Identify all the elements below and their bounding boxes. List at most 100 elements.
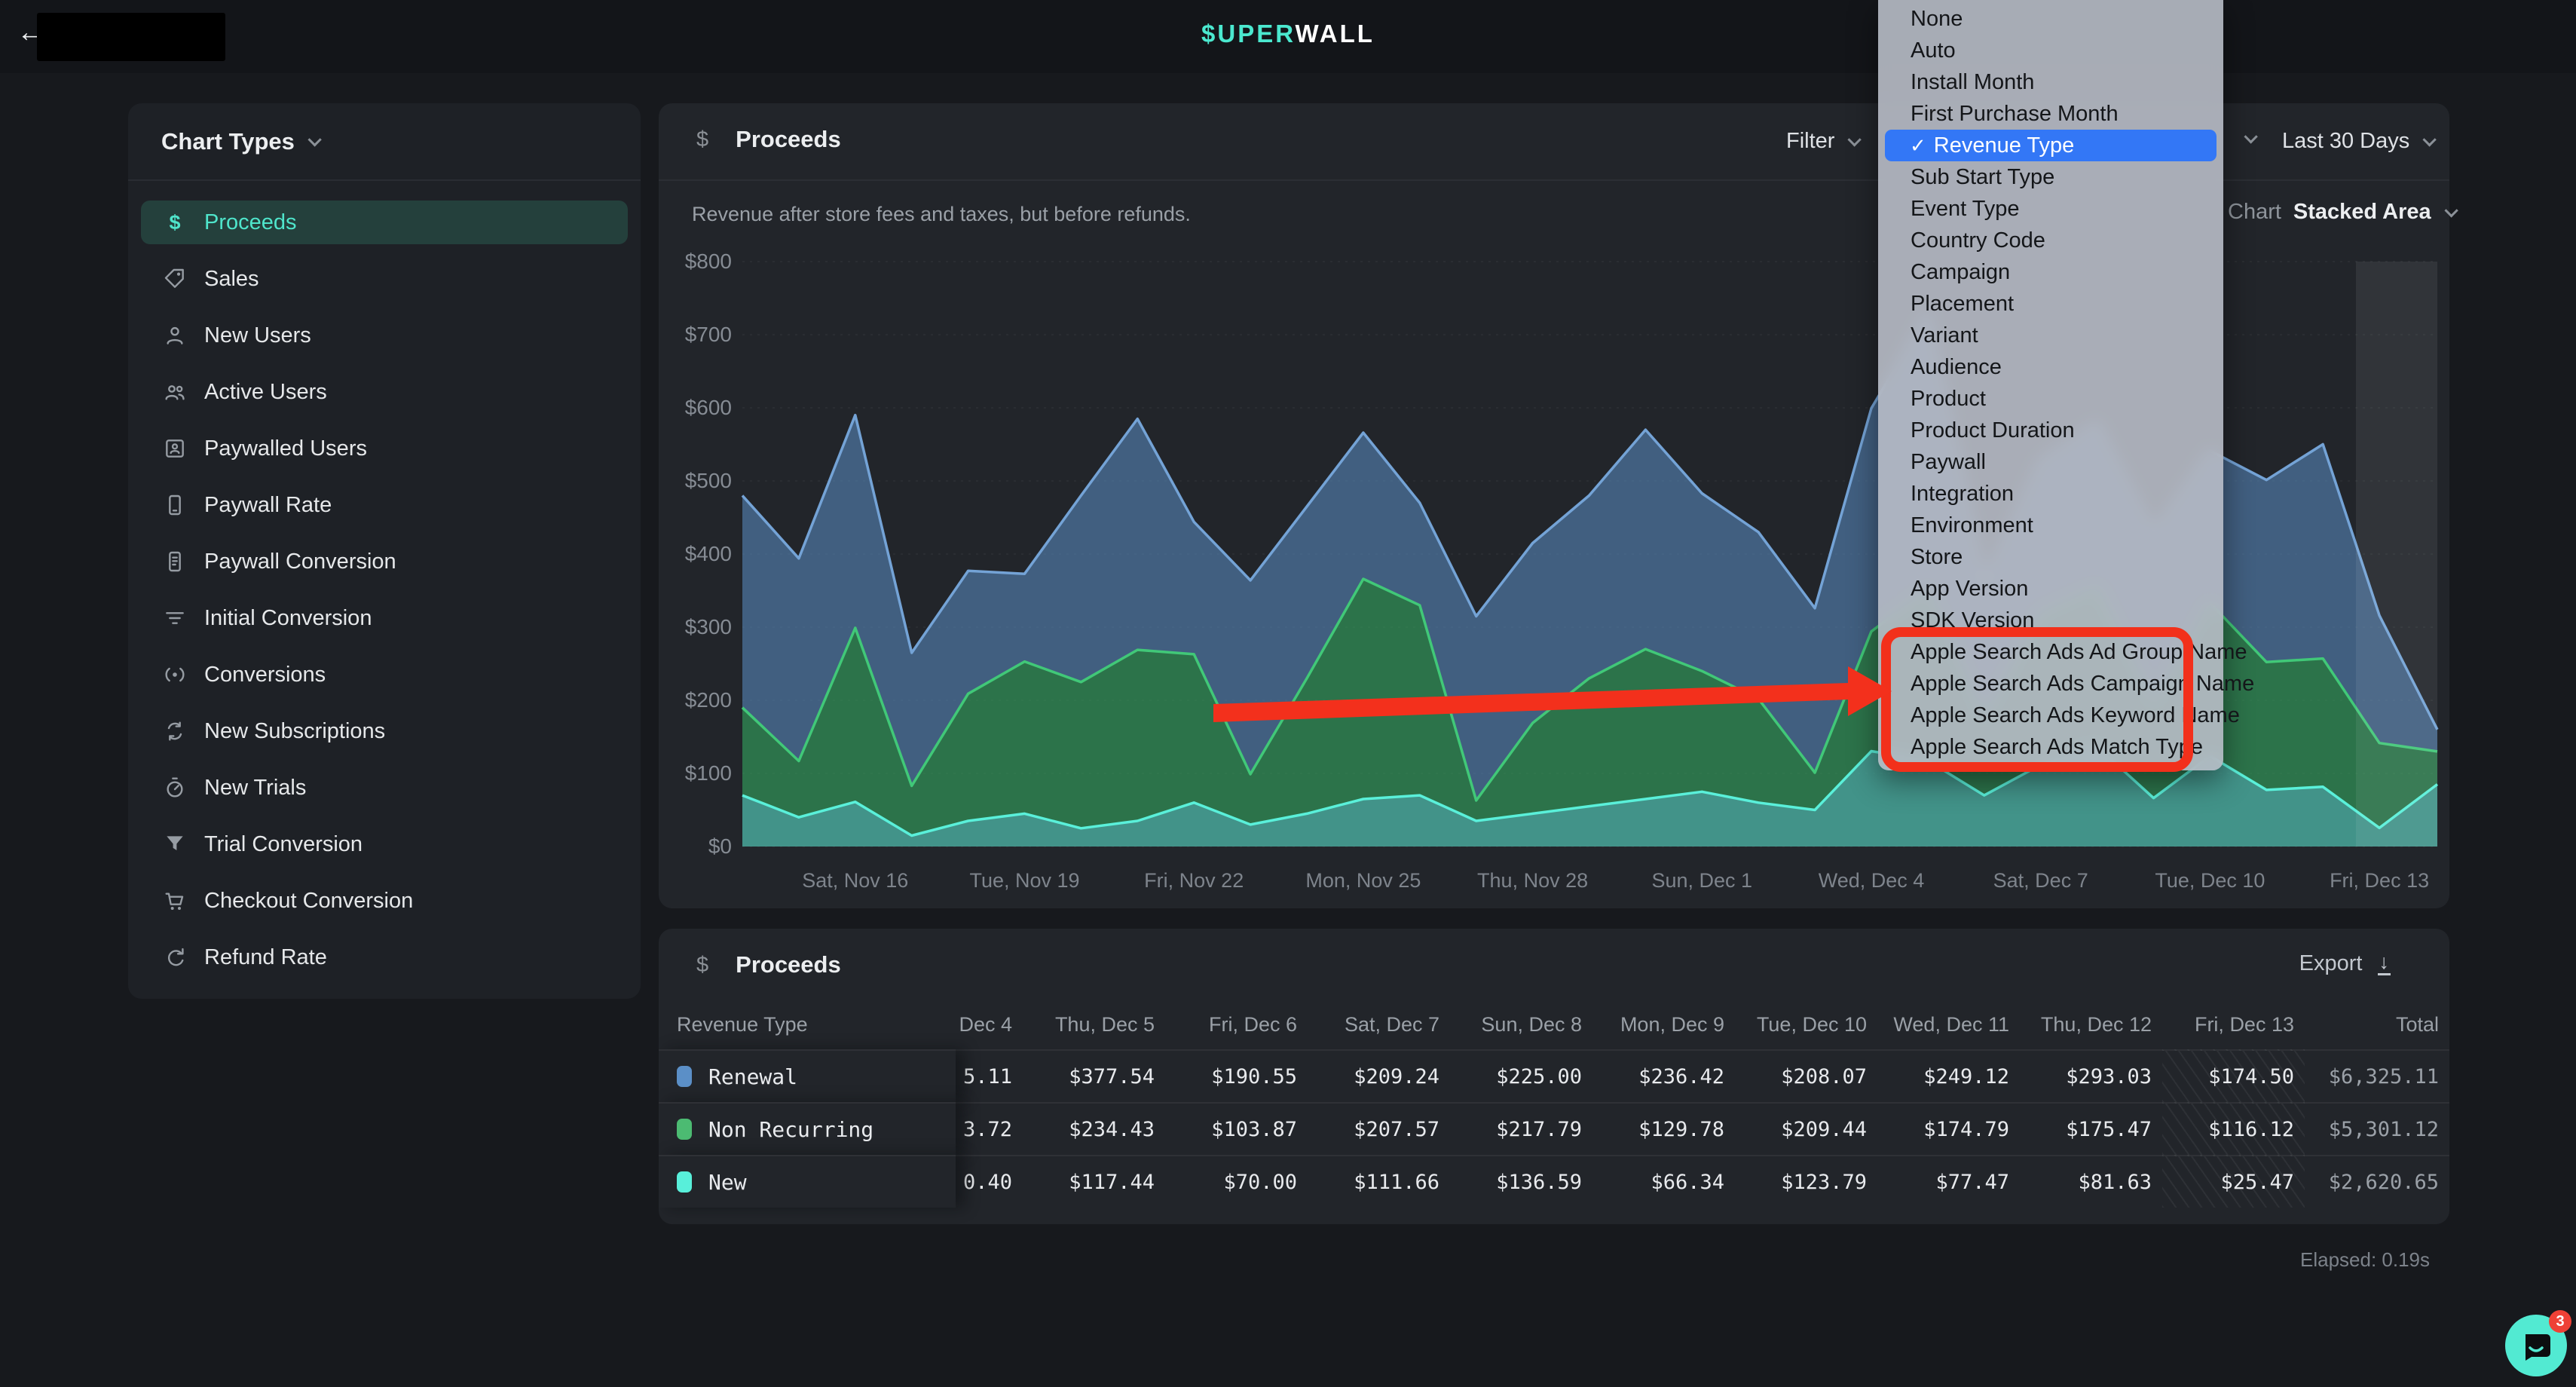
filter-button[interactable]: Filter: [1786, 129, 1858, 154]
chart-type-select[interactable]: Chart Stacked Area: [2228, 200, 2455, 225]
table-card-header: $ Proceeds Export ↓: [659, 929, 2449, 1000]
users-icon: [162, 379, 188, 405]
table-cell-non-recurring-mon-dec-9: $129.78: [1592, 1102, 1735, 1155]
logo-prefix: $UPER: [1201, 20, 1295, 47]
sidebar-item-refund-rate[interactable]: Refund Rate: [141, 935, 628, 979]
table-cell-non-recurring-fri-dec-6: $103.87: [1165, 1102, 1308, 1155]
table-row-label-non-recurring[interactable]: Non Recurring: [659, 1102, 956, 1155]
dropdown-item-country-code[interactable]: Country Code: [1878, 225, 2223, 256]
row-label: Renewal: [708, 1064, 797, 1089]
sidebar-item-new-trials[interactable]: New Trials: [141, 766, 628, 810]
dropdown-item-store[interactable]: Store: [1878, 541, 2223, 573]
sidebar-item-new-subscriptions[interactable]: New Subscriptions: [141, 709, 628, 753]
dropdown-item-product-duration[interactable]: Product Duration: [1878, 415, 2223, 446]
dropdown-item-audience[interactable]: Audience: [1878, 351, 2223, 383]
elapsed-time: Elapsed: 0.19s: [2300, 1248, 2430, 1272]
sidebar-header[interactable]: Chart Types: [128, 103, 641, 181]
sidebar-title: Chart Types: [161, 128, 295, 155]
dollar-icon: $: [696, 127, 708, 152]
chevron-down-icon: [1848, 133, 1862, 146]
dropdown-item-label: Country Code: [1911, 228, 2045, 253]
proceeds-table-card: $ Proceeds Export ↓ Revenue TypeDec 4Thu…: [659, 929, 2449, 1224]
sidebar-item-sales[interactable]: Sales: [141, 257, 628, 301]
chat-launcher-button[interactable]: 3: [2505, 1315, 2567, 1376]
dropdown-item-paywall[interactable]: Paywall: [1878, 446, 2223, 478]
dropdown-item-app-version[interactable]: App Version: [1878, 573, 2223, 605]
table-card-title: Proceeds: [736, 951, 841, 978]
dropdown-item-apple-search-ads-campaign-name[interactable]: Apple Search Ads Campaign Name: [1878, 668, 2223, 700]
chat-unread-badge: 3: [2549, 1310, 2571, 1333]
sidebar-item-paywalled-users[interactable]: Paywalled Users: [141, 427, 628, 470]
dropdown-item-revenue-type[interactable]: ✓Revenue Type: [1885, 130, 2217, 161]
dropdown-item-label: Store: [1911, 545, 1963, 569]
sidebar-item-paywall-rate[interactable]: Paywall Rate: [141, 483, 628, 527]
x-tick-label: Fri, Dec 13: [2330, 869, 2429, 892]
chart-type-value: Stacked Area: [2293, 200, 2431, 225]
dropdown-item-environment[interactable]: Environment: [1878, 510, 2223, 541]
table-cell-new-thu-dec-5: $117.44: [1023, 1155, 1165, 1208]
table-cell-new-fri-dec-6: $70.00: [1165, 1155, 1308, 1208]
table-cell-renewal-thu-dec-5: $377.54: [1023, 1049, 1165, 1102]
chart-subtitle: Revenue after store fees and taxes, but …: [692, 203, 1191, 226]
dropdown-item-product[interactable]: Product: [1878, 383, 2223, 415]
dropdown-item-auto[interactable]: Auto: [1878, 35, 2223, 66]
sidebar-item-new-users[interactable]: New Users: [141, 314, 628, 357]
dropdown-item-campaign[interactable]: Campaign: [1878, 256, 2223, 288]
table-row-label-new[interactable]: New: [659, 1155, 956, 1208]
dropdown-item-variant[interactable]: Variant: [1878, 320, 2223, 351]
dropdown-item-integration[interactable]: Integration: [1878, 478, 2223, 510]
dropdown-item-label: First Purchase Month: [1911, 102, 2119, 126]
sidebar-item-active-users[interactable]: Active Users: [141, 370, 628, 414]
rotate-icon: [162, 945, 188, 970]
date-range-button[interactable]: Last 30 Days: [2282, 129, 2433, 154]
sidebar-item-trial-conversion[interactable]: Trial Conversion: [141, 822, 628, 866]
sidebar-item-label: New Users: [204, 323, 311, 348]
dropdown-item-label: Apple Search Ads Match Type: [1911, 735, 2203, 759]
y-tick-label: $100: [685, 761, 732, 785]
table-header-sun-dec-8: Sun, Dec 8: [1450, 1000, 1592, 1049]
dropdown-item-first-purchase-month[interactable]: First Purchase Month: [1878, 98, 2223, 130]
sidebar-item-label: Active Users: [204, 380, 327, 405]
dropdown-item-apple-search-ads-ad-group-name[interactable]: Apple Search Ads Ad Group Name: [1878, 636, 2223, 668]
sidebar-item-paywall-conversion[interactable]: Paywall Conversion: [141, 540, 628, 583]
sidebar-item-label: New Subscriptions: [204, 719, 385, 744]
table-row-label-renewal[interactable]: Renewal: [659, 1049, 956, 1102]
dropdown-item-placement[interactable]: Placement: [1878, 288, 2223, 320]
sidebar-item-proceeds[interactable]: $Proceeds: [141, 201, 628, 244]
dropdown-item-label: Placement: [1911, 292, 2014, 316]
table-cell-renewal-sat-dec-7: $209.24: [1308, 1049, 1450, 1102]
table-header-tue-dec-10: Tue, Dec 10: [1735, 1000, 1877, 1049]
dropdown-item-sdk-version[interactable]: SDK Version: [1878, 605, 2223, 636]
dropdown-item-apple-search-ads-match-type[interactable]: Apple Search Ads Match Type: [1878, 731, 2223, 763]
table-header-wed-dec-11: Wed, Dec 11: [1877, 1000, 2020, 1049]
idcard-icon: [162, 436, 188, 461]
group-by-dropdown-menu: NoneAutoInstall Month First Purchase Mont…: [1878, 0, 2223, 770]
timer-icon: [162, 775, 188, 801]
sidebar-item-label: New Trials: [204, 776, 306, 801]
chevron-down-icon: [2444, 204, 2458, 217]
dropdown-item-event-type[interactable]: Event Type: [1878, 193, 2223, 225]
dropdown-item-label: Sub Start Type: [1911, 165, 2054, 189]
table-cell-new-sun-dec-8: $136.59: [1450, 1155, 1592, 1208]
x-tick-label: Sat, Dec 7: [1993, 869, 2088, 892]
table-header-fri-dec-6: Fri, Dec 6: [1165, 1000, 1308, 1049]
series-swatch: [677, 1066, 692, 1087]
y-tick-label: $600: [685, 396, 732, 419]
sidebar-item-label: Paywall Rate: [204, 493, 332, 518]
export-button[interactable]: Export ↓: [2299, 951, 2391, 976]
tag-icon: [162, 266, 188, 292]
dropdown-item-sub-start-type[interactable]: Sub Start Type: [1878, 161, 2223, 193]
sidebar-item-initial-conversion[interactable]: Initial Conversion: [141, 596, 628, 640]
dropdown-item-apple-search-ads-keyword-name[interactable]: Apple Search Ads Keyword Name: [1878, 700, 2223, 731]
target-icon: [162, 662, 188, 687]
dropdown-item-install-month[interactable]: Install Month: [1878, 66, 2223, 98]
x-tick-label: Sat, Nov 16: [802, 869, 908, 892]
sidebar-item-checkout-conversion[interactable]: Checkout Conversion: [141, 879, 628, 923]
dropdown-item-label: Product: [1911, 387, 1986, 411]
group-by-chevron-icon[interactable]: [2244, 130, 2257, 143]
table-cell-renewal-wed-dec-11: $249.12: [1877, 1049, 2020, 1102]
sidebar-item-conversions[interactable]: Conversions: [141, 653, 628, 697]
funnel-icon: [162, 831, 188, 857]
dropdown-item-none[interactable]: None: [1878, 3, 2223, 35]
sidebar-item-label: Initial Conversion: [204, 606, 372, 631]
